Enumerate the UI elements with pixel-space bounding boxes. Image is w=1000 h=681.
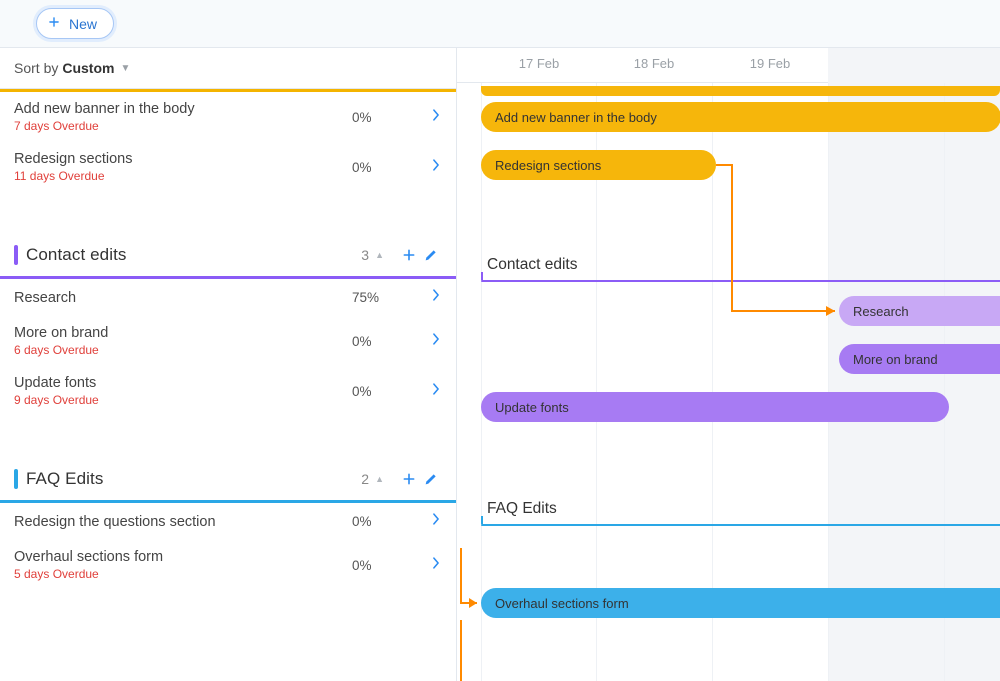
- task-name: Redesign the questions section: [14, 514, 352, 530]
- task-row[interactable]: Redesign the questions section 0%: [0, 503, 456, 540]
- main-layout: Sort by Custom ▼ Add new banner in the b…: [0, 48, 1000, 681]
- chevron-right-icon[interactable]: [408, 332, 442, 351]
- group-contact-tasks: Research 75% More on brand 6 days Overdu…: [0, 279, 456, 416]
- task-row[interactable]: Overhaul sections form 5 days Overdue 0%: [0, 540, 456, 590]
- chevron-right-icon[interactable]: [408, 556, 442, 575]
- task-progress: 0%: [352, 514, 408, 529]
- task-row[interactable]: More on brand 6 days Overdue 0%: [0, 316, 456, 366]
- group-color-marker: [14, 469, 18, 489]
- chevron-down-icon: ▼: [120, 63, 130, 74]
- task-name: Update fonts: [14, 375, 352, 391]
- edit-icon[interactable]: [420, 247, 442, 263]
- group-count: 2: [361, 471, 369, 487]
- task-overdue: 9 days Overdue: [14, 393, 352, 407]
- task-progress: 0%: [352, 160, 408, 175]
- collapse-icon[interactable]: ▲: [375, 250, 384, 260]
- group-title: FAQ Edits: [26, 469, 361, 489]
- task-row[interactable]: Add new banner in the body 7 days Overdu…: [0, 92, 456, 142]
- task-progress: 0%: [352, 558, 408, 573]
- collapse-icon[interactable]: ▲: [375, 474, 384, 484]
- group-header-faq[interactable]: FAQ Edits 2 ▲: [0, 458, 456, 500]
- group-title: Contact edits: [26, 245, 361, 265]
- task-row[interactable]: Update fonts 9 days Overdue 0%: [0, 366, 456, 416]
- task-name: Add new banner in the body: [14, 101, 352, 117]
- chevron-right-icon[interactable]: [408, 288, 442, 307]
- sort-prefix: Sort by: [14, 60, 58, 76]
- timeline-panel: 17 Feb 18 Feb 19 Feb 20 Feb 2 Add new ba…: [457, 48, 1000, 681]
- task-overdue: 7 days Overdue: [14, 119, 352, 133]
- group-count: 3: [361, 247, 369, 263]
- add-task-icon[interactable]: [398, 247, 420, 263]
- group-header-contact[interactable]: Contact edits 3 ▲: [0, 234, 456, 276]
- task-row[interactable]: Redesign sections 11 days Overdue 0%: [0, 142, 456, 192]
- plus-icon: [47, 15, 61, 32]
- task-name: Redesign sections: [14, 151, 352, 167]
- task-name: More on brand: [14, 325, 352, 341]
- task-list-panel: Sort by Custom ▼ Add new banner in the b…: [0, 48, 457, 681]
- new-button[interactable]: New: [36, 8, 114, 39]
- task-progress: 75%: [352, 290, 408, 305]
- task-overdue: 5 days Overdue: [14, 567, 352, 581]
- chevron-right-icon[interactable]: [408, 512, 442, 531]
- task-row[interactable]: Research 75%: [0, 279, 456, 316]
- group-home-tasks: Add new banner in the body 7 days Overdu…: [0, 92, 456, 192]
- task-progress: 0%: [352, 384, 408, 399]
- task-name: Overhaul sections form: [14, 549, 352, 565]
- dependency-connector: [457, 48, 1000, 681]
- chevron-right-icon[interactable]: [408, 108, 442, 127]
- task-overdue: 6 days Overdue: [14, 343, 352, 357]
- task-progress: 0%: [352, 334, 408, 349]
- group-color-marker: [14, 245, 18, 265]
- new-button-label: New: [69, 16, 97, 32]
- topbar: New: [0, 0, 1000, 48]
- task-overdue: 11 days Overdue: [14, 169, 352, 183]
- add-task-icon[interactable]: [398, 471, 420, 487]
- task-progress: 0%: [352, 110, 408, 125]
- chevron-right-icon[interactable]: [408, 382, 442, 401]
- task-name: Research: [14, 290, 352, 306]
- sort-mode: Custom: [62, 60, 114, 76]
- sort-control[interactable]: Sort by Custom ▼: [0, 48, 456, 89]
- chevron-right-icon[interactable]: [408, 158, 442, 177]
- edit-icon[interactable]: [420, 471, 442, 487]
- group-faq-tasks: Redesign the questions section 0% Overha…: [0, 503, 456, 590]
